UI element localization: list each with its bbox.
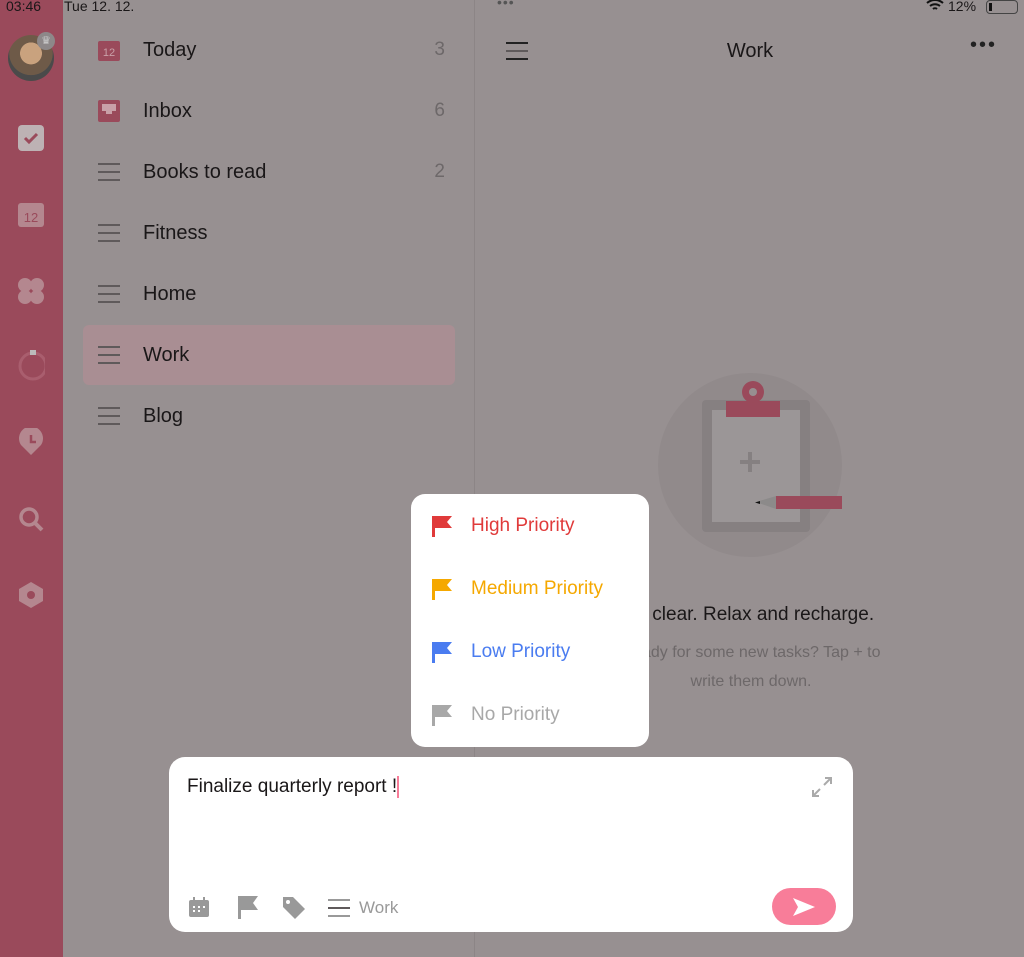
list-count: 3 [434, 39, 445, 60]
priority-label: High Priority [471, 514, 575, 536]
sidebar-item-fitness[interactable]: Fitness [83, 203, 455, 263]
inbox-icon [97, 100, 121, 122]
page-title: Work [726, 40, 774, 62]
expand-icon[interactable] [811, 776, 833, 803]
list-count: 2 [434, 161, 445, 182]
list-icon [97, 161, 121, 183]
status-date: Tue 12. 12. [64, 0, 135, 14]
pomodoro-icon[interactable] [17, 350, 45, 381]
date-icon[interactable] [189, 897, 209, 922]
wifi-icon [926, 0, 944, 15]
list-label: Today [143, 38, 197, 61]
list-icon [328, 899, 350, 917]
task-input[interactable]: Finalize quarterly report ! [187, 776, 400, 798]
flag-icon [432, 704, 452, 726]
sidebar-item-today[interactable]: 12 Today 3 [83, 20, 455, 80]
priority-label: Medium Priority [471, 577, 603, 599]
multitask-dots-icon[interactable]: ••• [497, 0, 515, 10]
list-label: Home [143, 282, 197, 305]
sidebar-item-books-to-read[interactable]: Books to read 2 [83, 142, 455, 202]
flag-icon [432, 578, 452, 600]
battery-percent: 12% [948, 0, 977, 14]
list-selector[interactable]: Work [328, 898, 398, 918]
list-icon [97, 283, 121, 305]
list-label: Fitness [143, 221, 208, 244]
flag-icon [432, 641, 452, 663]
status-bar: 03:46 Tue 12. 12. ••• 12% [0, 0, 1024, 16]
priority-option-no[interactable]: No Priority [411, 683, 649, 746]
priority-menu: High Priority Medium Priority Low Priority… [411, 494, 649, 747]
empty-subtitle: Ready for some new tasks? Tap + to write… [621, 644, 881, 690]
search-icon[interactable] [17, 505, 45, 533]
sidebar-item-work[interactable]: Work [83, 325, 455, 385]
grid-icon[interactable] [17, 277, 45, 305]
list-selector-label: Work [359, 898, 399, 917]
send-button[interactable] [772, 888, 836, 925]
status-time: 03:46 [6, 0, 42, 14]
more-icon[interactable]: ••• [970, 34, 997, 57]
list-label: Work [143, 343, 190, 366]
tag-icon[interactable] [282, 896, 306, 925]
sidebar-item-home[interactable]: Home [83, 264, 455, 324]
priority-option-high[interactable]: High Priority [411, 494, 649, 557]
svg-text:12: 12 [24, 210, 38, 225]
priority-option-low[interactable]: Low Priority [411, 620, 649, 683]
task-composer: Finalize quarterly report ! Work [169, 757, 853, 932]
list-count: 6 [434, 100, 445, 121]
icon-rail: ♛ 12 [0, 0, 63, 957]
priority-flag-icon[interactable] [236, 895, 260, 924]
empty-clipboard-illustration [658, 373, 842, 557]
svg-text:12: 12 [103, 47, 115, 59]
list-label: Blog [143, 404, 184, 427]
task-input-text: Finalize quarterly report ! [187, 776, 398, 798]
list-icon [97, 405, 121, 427]
list-icon [97, 344, 121, 366]
settings-icon[interactable] [17, 581, 45, 609]
check-icon[interactable] [17, 124, 45, 152]
priority-label: Low Priority [471, 640, 571, 662]
priority-option-medium[interactable]: Medium Priority [411, 557, 649, 620]
list-label: Books to read [143, 160, 267, 183]
list-icon [97, 222, 121, 244]
crown-icon: ♛ [37, 32, 55, 50]
battery-icon [986, 0, 1018, 14]
clock-pin-icon[interactable] [17, 428, 45, 456]
flag-icon [432, 515, 452, 537]
calendar-icon[interactable]: 12 [17, 200, 45, 228]
list-label: Inbox [143, 99, 192, 122]
sidebar-item-blog[interactable]: Blog [83, 386, 455, 446]
priority-label: No Priority [471, 703, 560, 725]
send-icon [793, 897, 815, 916]
calendar-icon: 12 [97, 39, 121, 61]
sidebar-item-inbox[interactable]: Inbox 6 [83, 81, 455, 141]
text-cursor [397, 776, 400, 798]
